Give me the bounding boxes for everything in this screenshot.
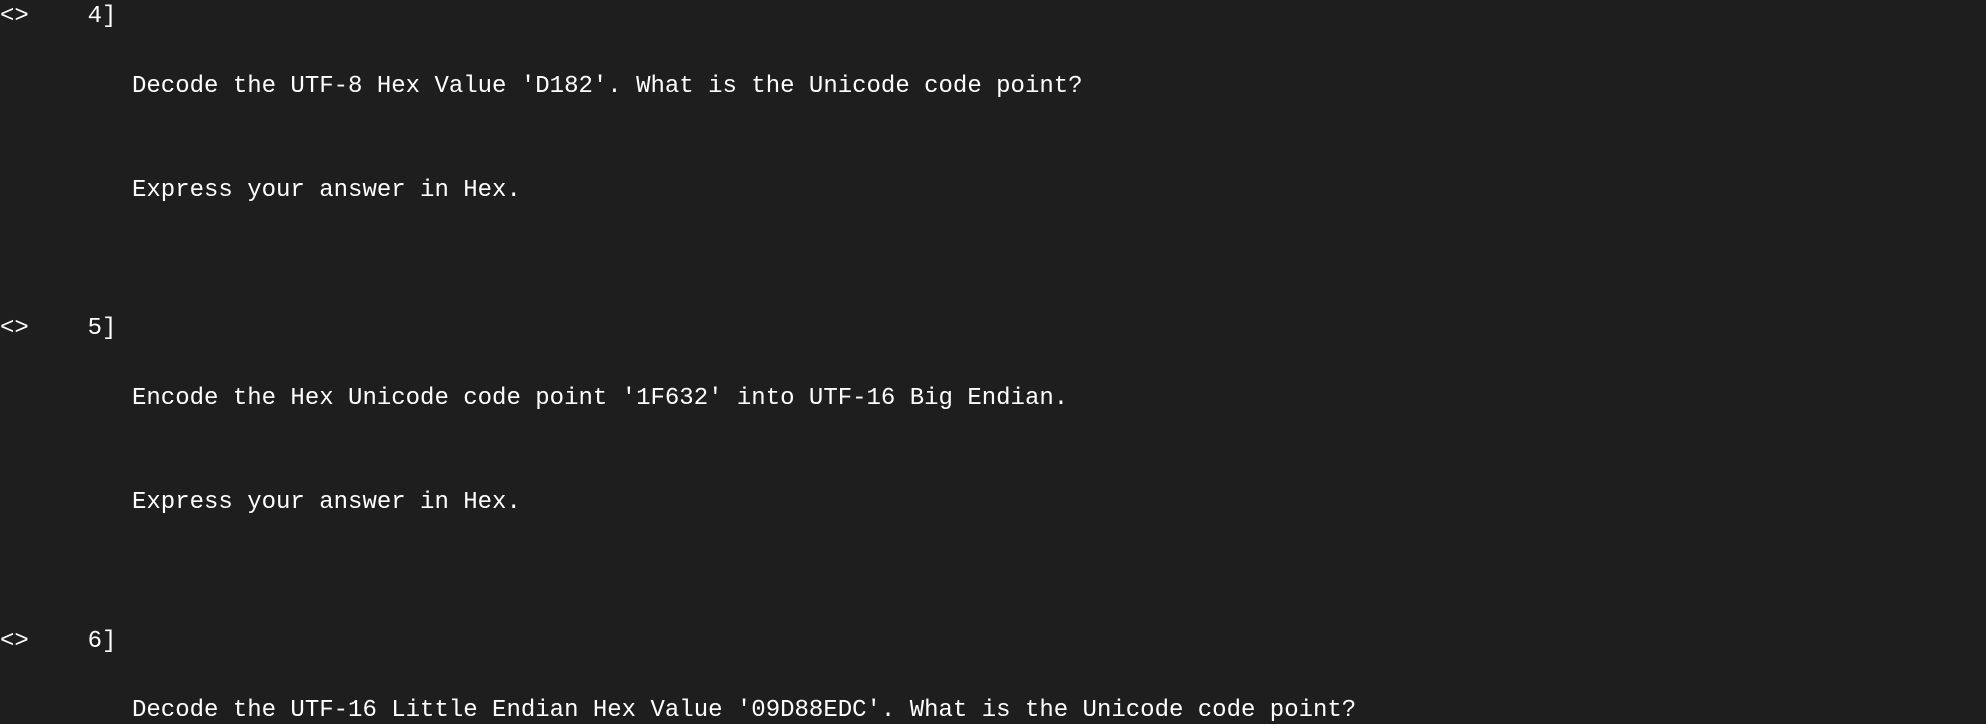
gutter-marker: <> [0,312,56,347]
question-number: 4 [56,0,102,35]
question-item: <> 6 ] Decode the UTF-16 Little Endian H… [0,625,1986,724]
question-text: Decode the UTF-8 Hex Value 'D182'. What … [132,0,1986,278]
text-segment: Express your answer in Hex. [132,177,521,204]
bracket: ] [102,0,132,35]
bracket: ] [102,625,132,660]
question-text: Encode the Hex Unicode code point '1F632… [132,312,1986,590]
question-item: <> 4 ] Decode the UTF-8 Hex Value 'D182'… [0,0,1986,278]
text-segment: Decode the UTF-16 Little Endian Hex Valu… [132,697,1356,724]
gutter-marker: <> [0,0,56,35]
question-list: <> 4 ] Decode the UTF-8 Hex Value 'D182'… [0,0,1986,724]
question-text: Decode the UTF-16 Little Endian Hex Valu… [132,625,1986,724]
text-segment: Decode the UTF-8 Hex Value 'D182'. What … [132,73,1083,100]
text-segment: Express your answer in Hex. [132,489,521,516]
question-number: 5 [56,312,102,347]
text-segment: Encode the Hex Unicode code point '1F632… [132,385,1068,412]
question-number: 6 [56,625,102,660]
question-item: <> 5 ] Encode the Hex Unicode code point… [0,312,1986,590]
bracket: ] [102,312,132,347]
gutter-marker: <> [0,625,56,660]
